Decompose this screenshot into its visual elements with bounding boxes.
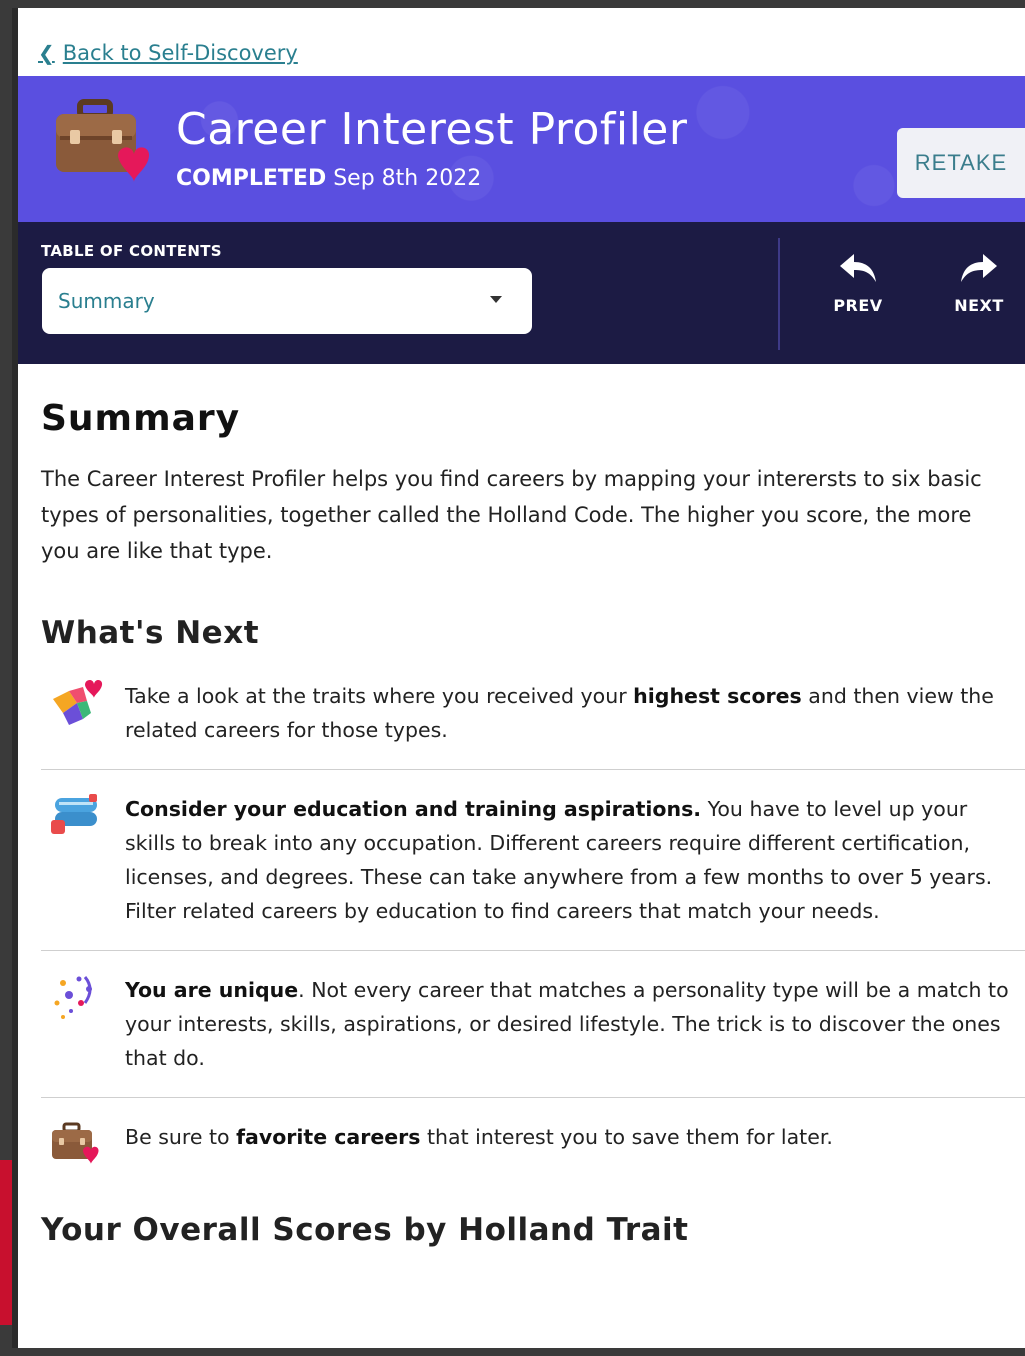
briefcase-heart-icon xyxy=(56,99,150,182)
item-text: Take a look at the traits where you rece… xyxy=(125,684,994,742)
whats-next-list: Take a look at the traits where you rece… xyxy=(41,679,1025,1184)
diploma-scroll-icon xyxy=(51,794,97,834)
summary-heading: Summary xyxy=(41,398,241,439)
briefcase-heart-icon xyxy=(52,1122,99,1164)
completion-status: COMPLETED Sep 8th 2022 xyxy=(176,166,481,191)
scores-heading: Your Overall Scores by Holland Trait xyxy=(41,1212,689,1248)
toc-divider xyxy=(778,238,780,350)
list-item: Take a look at the traits where you rece… xyxy=(41,679,1025,770)
prev-button[interactable]: PREV xyxy=(818,252,898,332)
next-label: NEXT xyxy=(954,296,1004,315)
page-title: Career Interest Profiler xyxy=(176,104,688,155)
back-row: ❮ Back to Self-Discovery xyxy=(18,8,1025,76)
caret-down-icon xyxy=(490,296,502,303)
completion-date: Sep 8th 2022 xyxy=(333,166,482,191)
item-text: You are unique. Not every career that ma… xyxy=(125,978,1009,1070)
summary-text: The Career Interest Profiler helps you f… xyxy=(41,467,982,563)
hero-banner: Career Interest Profiler COMPLETED Sep 8… xyxy=(18,76,1025,222)
list-item: You are unique. Not every career that ma… xyxy=(41,951,1025,1098)
item-text: Consider your education and training asp… xyxy=(125,797,993,923)
forward-arrow-right-icon xyxy=(961,254,997,282)
item-text: Be sure to favorite careers that interes… xyxy=(125,1125,833,1149)
background-red-accent xyxy=(0,1160,12,1325)
main-content: Summary The Career Interest Profiler hel… xyxy=(18,398,1025,1248)
next-button[interactable]: NEXT xyxy=(939,252,1019,332)
chevron-left-icon: ❮ xyxy=(38,41,55,65)
list-item: Be sure to favorite careers that interes… xyxy=(41,1098,1025,1184)
toc-dropdown[interactable]: Summary xyxy=(42,268,532,334)
toc-bar: TABLE OF CONTENTS Summary PREV NEXT xyxy=(18,222,1025,364)
status-badge: COMPLETED xyxy=(176,166,327,191)
back-to-self-discovery-link[interactable]: ❮ Back to Self-Discovery xyxy=(38,41,298,65)
prev-label: PREV xyxy=(833,296,883,315)
whats-next-heading: What's Next xyxy=(41,615,260,651)
puzzle-heart-icon xyxy=(53,679,103,725)
profiler-window: ❮ Back to Self-Discovery Career Interest… xyxy=(12,8,1025,1348)
back-link-label: Back to Self-Discovery xyxy=(62,41,298,65)
reply-arrow-left-icon xyxy=(840,254,876,282)
toc-selected-value: Summary xyxy=(58,289,155,313)
toc-label: TABLE OF CONTENTS xyxy=(41,242,222,260)
sparkle-unique-icon xyxy=(54,976,92,1019)
retake-button[interactable]: RETAKE xyxy=(897,128,1025,198)
list-item: Consider your education and training asp… xyxy=(41,770,1025,951)
